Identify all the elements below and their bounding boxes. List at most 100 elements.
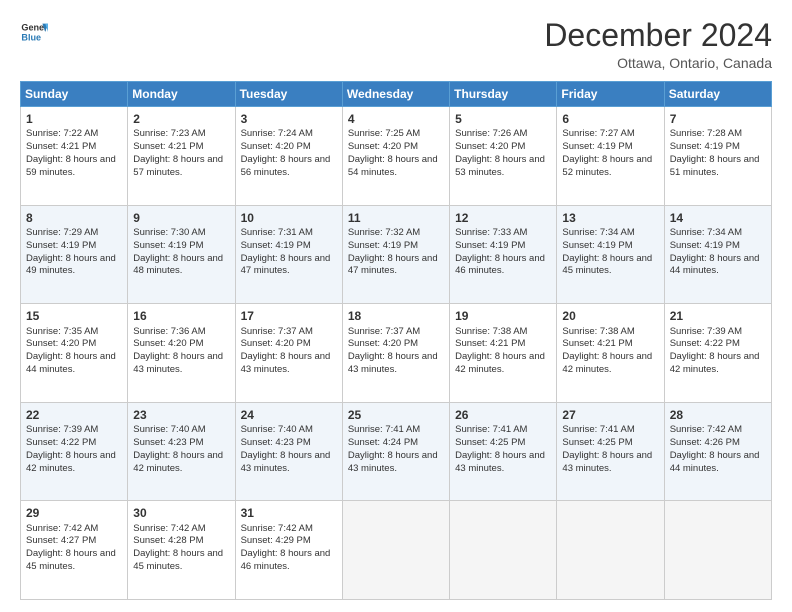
calendar-cell: 21 Sunrise: 7:39 AM Sunset: 4:22 PM Dayl… — [664, 304, 771, 403]
day-number: 30 — [133, 505, 229, 521]
calendar-week-2: 8 Sunrise: 7:29 AM Sunset: 4:19 PM Dayli… — [21, 205, 772, 304]
calendar-cell: 22 Sunrise: 7:39 AM Sunset: 4:22 PM Dayl… — [21, 402, 128, 501]
daylight-label: Daylight: 8 hours and 44 minutes. — [670, 450, 760, 474]
sunset-label: Sunset: 4:20 PM — [26, 338, 96, 349]
day-number: 1 — [26, 111, 122, 127]
calendar-cell: 10 Sunrise: 7:31 AM Sunset: 4:19 PM Dayl… — [235, 205, 342, 304]
sunrise-label: Sunrise: 7:37 AM — [241, 326, 313, 337]
sunset-label: Sunset: 4:21 PM — [26, 141, 96, 152]
day-number: 23 — [133, 407, 229, 423]
sunset-label: Sunset: 4:24 PM — [348, 437, 418, 448]
sunrise-label: Sunrise: 7:26 AM — [455, 128, 527, 139]
sunrise-label: Sunrise: 7:42 AM — [133, 523, 205, 534]
calendar-cell: 2 Sunrise: 7:23 AM Sunset: 4:21 PM Dayli… — [128, 107, 235, 206]
daylight-label: Daylight: 8 hours and 43 minutes. — [562, 450, 652, 474]
day-number: 3 — [241, 111, 337, 127]
daylight-label: Daylight: 8 hours and 45 minutes. — [26, 548, 116, 572]
sunset-label: Sunset: 4:19 PM — [562, 141, 632, 152]
day-number: 11 — [348, 210, 444, 226]
calendar-week-3: 15 Sunrise: 7:35 AM Sunset: 4:20 PM Dayl… — [21, 304, 772, 403]
sunrise-label: Sunrise: 7:38 AM — [455, 326, 527, 337]
daylight-label: Daylight: 8 hours and 57 minutes. — [133, 154, 223, 178]
sunset-label: Sunset: 4:20 PM — [133, 338, 203, 349]
calendar-cell — [557, 501, 664, 600]
sunset-label: Sunset: 4:22 PM — [670, 338, 740, 349]
daylight-label: Daylight: 8 hours and 46 minutes. — [241, 548, 331, 572]
sunrise-label: Sunrise: 7:25 AM — [348, 128, 420, 139]
day-number: 28 — [670, 407, 766, 423]
sunset-label: Sunset: 4:21 PM — [133, 141, 203, 152]
day-number: 7 — [670, 111, 766, 127]
sunset-label: Sunset: 4:19 PM — [455, 240, 525, 251]
daylight-label: Daylight: 8 hours and 45 minutes. — [133, 548, 223, 572]
sunset-label: Sunset: 4:21 PM — [455, 338, 525, 349]
calendar-cell: 28 Sunrise: 7:42 AM Sunset: 4:26 PM Dayl… — [664, 402, 771, 501]
calendar-week-5: 29 Sunrise: 7:42 AM Sunset: 4:27 PM Dayl… — [21, 501, 772, 600]
sunset-label: Sunset: 4:23 PM — [133, 437, 203, 448]
day-number: 2 — [133, 111, 229, 127]
daylight-label: Daylight: 8 hours and 44 minutes. — [670, 253, 760, 277]
col-wednesday: Wednesday — [342, 82, 449, 107]
sunrise-label: Sunrise: 7:22 AM — [26, 128, 98, 139]
daylight-label: Daylight: 8 hours and 59 minutes. — [26, 154, 116, 178]
sunrise-label: Sunrise: 7:31 AM — [241, 227, 313, 238]
col-tuesday: Tuesday — [235, 82, 342, 107]
day-number: 10 — [241, 210, 337, 226]
sunrise-label: Sunrise: 7:36 AM — [133, 326, 205, 337]
day-number: 20 — [562, 308, 658, 324]
calendar-cell: 7 Sunrise: 7:28 AM Sunset: 4:19 PM Dayli… — [664, 107, 771, 206]
header: General Blue December 2024 Ottawa, Ontar… — [20, 18, 772, 71]
day-number: 19 — [455, 308, 551, 324]
day-number: 14 — [670, 210, 766, 226]
daylight-label: Daylight: 8 hours and 49 minutes. — [26, 253, 116, 277]
daylight-label: Daylight: 8 hours and 44 minutes. — [26, 351, 116, 375]
calendar-cell: 30 Sunrise: 7:42 AM Sunset: 4:28 PM Dayl… — [128, 501, 235, 600]
day-number: 22 — [26, 407, 122, 423]
daylight-label: Daylight: 8 hours and 47 minutes. — [348, 253, 438, 277]
sunrise-label: Sunrise: 7:27 AM — [562, 128, 634, 139]
col-monday: Monday — [128, 82, 235, 107]
daylight-label: Daylight: 8 hours and 48 minutes. — [133, 253, 223, 277]
calendar-header-row: Sunday Monday Tuesday Wednesday Thursday… — [21, 82, 772, 107]
sunrise-label: Sunrise: 7:42 AM — [670, 424, 742, 435]
sunset-label: Sunset: 4:19 PM — [670, 141, 740, 152]
sunrise-label: Sunrise: 7:23 AM — [133, 128, 205, 139]
sunset-label: Sunset: 4:20 PM — [348, 338, 418, 349]
day-number: 6 — [562, 111, 658, 127]
col-friday: Friday — [557, 82, 664, 107]
sunrise-label: Sunrise: 7:34 AM — [670, 227, 742, 238]
daylight-label: Daylight: 8 hours and 56 minutes. — [241, 154, 331, 178]
calendar-cell — [342, 501, 449, 600]
calendar-cell: 8 Sunrise: 7:29 AM Sunset: 4:19 PM Dayli… — [21, 205, 128, 304]
sunrise-label: Sunrise: 7:41 AM — [348, 424, 420, 435]
logo: General Blue — [20, 18, 48, 46]
col-sunday: Sunday — [21, 82, 128, 107]
sunset-label: Sunset: 4:19 PM — [670, 240, 740, 251]
day-number: 25 — [348, 407, 444, 423]
sunrise-label: Sunrise: 7:33 AM — [455, 227, 527, 238]
sunset-label: Sunset: 4:27 PM — [26, 535, 96, 546]
calendar-cell — [450, 501, 557, 600]
day-number: 8 — [26, 210, 122, 226]
daylight-label: Daylight: 8 hours and 43 minutes. — [348, 351, 438, 375]
calendar-table: Sunday Monday Tuesday Wednesday Thursday… — [20, 81, 772, 600]
calendar-cell: 1 Sunrise: 7:22 AM Sunset: 4:21 PM Dayli… — [21, 107, 128, 206]
sunrise-label: Sunrise: 7:29 AM — [26, 227, 98, 238]
calendar-cell: 19 Sunrise: 7:38 AM Sunset: 4:21 PM Dayl… — [450, 304, 557, 403]
daylight-label: Daylight: 8 hours and 42 minutes. — [455, 351, 545, 375]
calendar-cell: 29 Sunrise: 7:42 AM Sunset: 4:27 PM Dayl… — [21, 501, 128, 600]
sunset-label: Sunset: 4:29 PM — [241, 535, 311, 546]
day-number: 5 — [455, 111, 551, 127]
calendar-cell: 11 Sunrise: 7:32 AM Sunset: 4:19 PM Dayl… — [342, 205, 449, 304]
day-number: 9 — [133, 210, 229, 226]
sunrise-label: Sunrise: 7:37 AM — [348, 326, 420, 337]
sunset-label: Sunset: 4:19 PM — [241, 240, 311, 251]
calendar-cell: 5 Sunrise: 7:26 AM Sunset: 4:20 PM Dayli… — [450, 107, 557, 206]
sunrise-label: Sunrise: 7:39 AM — [26, 424, 98, 435]
day-number: 4 — [348, 111, 444, 127]
sunset-label: Sunset: 4:20 PM — [241, 338, 311, 349]
calendar-cell: 23 Sunrise: 7:40 AM Sunset: 4:23 PM Dayl… — [128, 402, 235, 501]
sunset-label: Sunset: 4:25 PM — [455, 437, 525, 448]
daylight-label: Daylight: 8 hours and 45 minutes. — [562, 253, 652, 277]
sunset-label: Sunset: 4:21 PM — [562, 338, 632, 349]
